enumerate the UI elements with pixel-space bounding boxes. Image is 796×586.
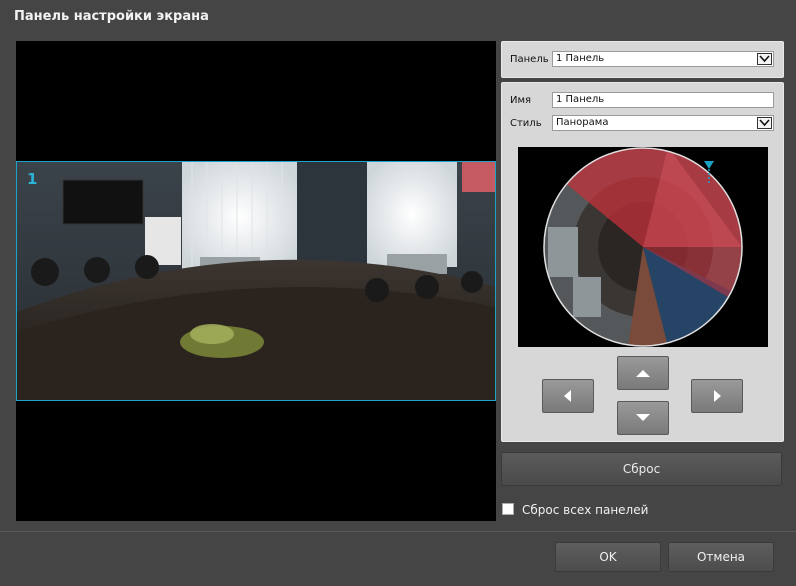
arrow-down-icon xyxy=(636,414,650,421)
ok-button[interactable]: OK xyxy=(555,542,661,572)
panel-select-value: 1 Панель xyxy=(556,53,605,64)
name-input-value: 1 Панель xyxy=(556,94,605,105)
cancel-button[interactable]: Отмена xyxy=(668,542,774,572)
fisheye-image xyxy=(518,147,768,347)
style-label: Стиль xyxy=(510,118,542,129)
arrow-left-icon xyxy=(564,390,571,402)
panel-number: 1 xyxy=(27,170,38,188)
panel-settings-group: Имя 1 Панель Стиль Панорама xyxy=(501,82,784,442)
panorama-view[interactable]: 1 xyxy=(16,161,496,401)
name-label: Имя xyxy=(510,95,532,106)
fisheye-view[interactable] xyxy=(518,147,768,347)
reset-all-panels-label: Сброс всех панелей xyxy=(522,503,649,517)
arrow-right-icon xyxy=(714,390,721,402)
panel-label: Панель xyxy=(510,54,549,65)
style-select-value: Панорама xyxy=(556,117,609,128)
chevron-down-icon[interactable] xyxy=(757,53,772,65)
nav-left-button[interactable] xyxy=(542,379,594,413)
nav-up-button[interactable] xyxy=(617,356,669,390)
nav-down-button[interactable] xyxy=(617,401,669,435)
name-input[interactable]: 1 Панель xyxy=(552,92,774,108)
style-select[interactable]: Панорама xyxy=(552,115,774,131)
panel-select[interactable]: 1 Панель xyxy=(552,51,774,67)
chevron-down-icon[interactable] xyxy=(757,117,772,129)
footer-divider xyxy=(0,531,796,532)
reset-all-panels-checkbox[interactable] xyxy=(502,503,514,515)
panel-selector-group: Панель 1 Панель xyxy=(501,41,784,78)
nav-right-button[interactable] xyxy=(691,379,743,413)
reset-button[interactable]: Сброс xyxy=(501,452,782,486)
panorama-image xyxy=(17,162,495,400)
arrow-up-icon xyxy=(636,370,650,377)
screen-preview: 1 xyxy=(16,41,496,521)
dialog-title: Панель настройки экрана xyxy=(14,9,209,24)
